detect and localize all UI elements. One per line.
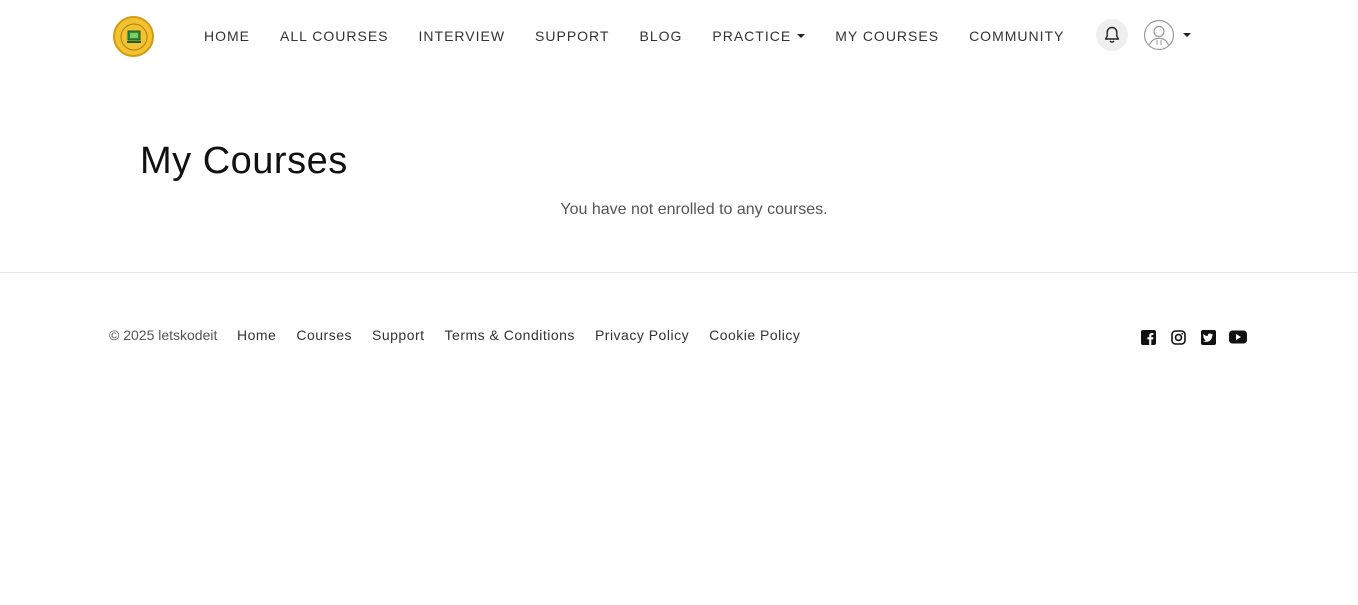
footer-divider — [0, 272, 1358, 273]
nav-all-courses[interactable]: ALL COURSES — [265, 26, 404, 46]
facebook-icon — [1140, 329, 1156, 345]
nav-home[interactable]: HOME — [189, 26, 265, 46]
user-avatar-icon — [1143, 19, 1175, 51]
instagram-link[interactable] — [1169, 328, 1187, 346]
footer-link-courses[interactable]: Courses — [296, 327, 352, 343]
nav-support[interactable]: SUPPORT — [520, 26, 624, 46]
caret-down-icon — [1183, 33, 1191, 37]
footer-link-terms[interactable]: Terms & Conditions — [445, 327, 575, 343]
site-header: HOME ALL COURSES INTERVIEW SUPPORT BLOG … — [0, 0, 1358, 72]
youtube-link[interactable] — [1229, 328, 1247, 346]
bell-icon — [1104, 26, 1120, 43]
youtube-icon — [1229, 330, 1247, 344]
footer-link-cookie[interactable]: Cookie Policy — [709, 327, 800, 343]
twitter-link[interactable] — [1199, 328, 1217, 346]
footer-link-home[interactable]: Home — [237, 327, 276, 343]
user-menu[interactable] — [1143, 19, 1191, 51]
facebook-link[interactable] — [1139, 328, 1157, 346]
letskodeit-logo-icon — [120, 23, 147, 50]
footer-link-privacy[interactable]: Privacy Policy — [595, 327, 689, 343]
caret-down-icon — [797, 34, 806, 38]
nav-interview[interactable]: INTERVIEW — [404, 26, 521, 46]
social-links — [1139, 328, 1259, 346]
site-logo[interactable] — [113, 16, 154, 57]
empty-courses-message: You have not enrolled to any courses. — [560, 201, 828, 218]
page-title: My Courses — [140, 140, 348, 182]
notifications-button[interactable] — [1096, 19, 1128, 51]
nav-practice-dropdown[interactable]: PRACTICE — [697, 26, 820, 46]
nav-community[interactable]: COMMUNITY — [954, 26, 1079, 46]
main-nav: HOME ALL COURSES INTERVIEW SUPPORT BLOG … — [189, 26, 1079, 46]
twitter-icon — [1200, 329, 1216, 345]
footer-links: Home Courses Support Terms & Conditions … — [237, 327, 820, 343]
footer-link-support[interactable]: Support — [372, 327, 425, 343]
nav-my-courses[interactable]: MY COURSES — [820, 26, 954, 46]
copyright-text: © 2025 letskodeit — [109, 327, 218, 343]
page: HOME ALL COURSES INTERVIEW SUPPORT BLOG … — [0, 0, 1358, 605]
nav-blog[interactable]: BLOG — [624, 26, 697, 46]
instagram-icon — [1170, 329, 1186, 345]
